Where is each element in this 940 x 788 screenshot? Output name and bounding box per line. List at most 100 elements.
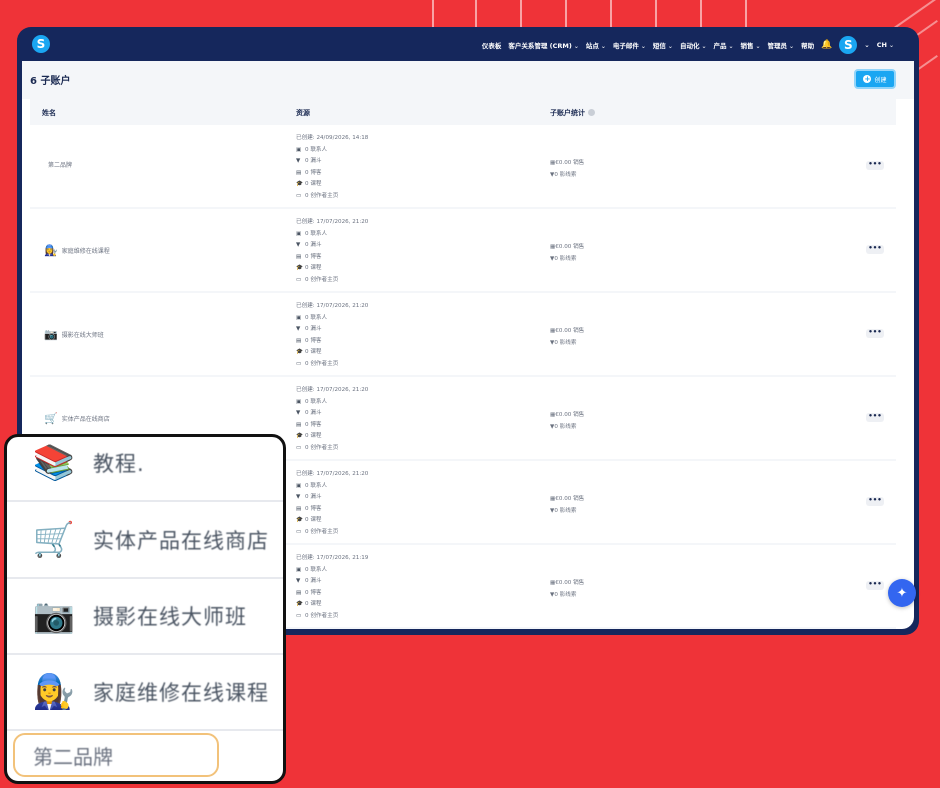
- systeme-logo[interactable]: S: [32, 35, 50, 53]
- nav-crm[interactable]: 客户关系管理 (CRM) ⌄: [508, 40, 578, 50]
- blog-icon: ▤: [296, 505, 302, 512]
- resources-cell: 已创建: 17/07/2026, 21:20 ▣ 0 联系人 ▼ 0 漏斗 ▤ 0 博客 🎓 0…: [296, 301, 368, 370]
- more-actions-button[interactable]: •••: [866, 497, 884, 506]
- blogs-count: ▤ 0 博客: [296, 252, 368, 264]
- nav-sites[interactable]: 站点 ⌄: [586, 40, 606, 50]
- subaccount-icon: 🛒: [44, 412, 58, 425]
- sales-amount: ▦€0.00 销售: [550, 580, 585, 586]
- funnels-count: ▼ 0 漏斗: [296, 576, 368, 588]
- table-row[interactable]: 👩‍🔧 家庭维修在线课程 已创建: 17/07/2026, 21:20 ▣ 0 联系人 ▼…: [30, 209, 896, 293]
- creator-page-icon: ▭: [296, 612, 302, 619]
- funnels-count: ▼ 0 漏斗: [296, 492, 368, 504]
- avatar-chevron-icon[interactable]: ⌄: [864, 41, 869, 49]
- graduation-cap-icon: 🎓: [296, 349, 303, 355]
- chevron-down-icon: ⌄: [728, 43, 734, 50]
- chevron-down-icon: ⌄: [888, 42, 894, 49]
- books-icon: 📚: [32, 442, 76, 483]
- header-name: 姓名: [42, 109, 56, 117]
- stats-cell: ▦€0.00 销售 ▼0 影线索: [550, 157, 584, 181]
- language-selector[interactable]: CH ⌄: [877, 41, 894, 49]
- created-date: 已创建: 17/07/2026, 21:20: [296, 219, 369, 225]
- contacts-count: ▣ 0 联系人: [296, 229, 368, 241]
- leads-count: ▼0 影线索: [550, 172, 577, 178]
- subaccount-name[interactable]: 👩‍🔧 家庭维修在线课程: [44, 244, 110, 257]
- creator-page-icon: ▭: [296, 360, 302, 367]
- more-actions-button[interactable]: •••: [866, 581, 884, 590]
- nav-sales[interactable]: 销售 ⌄: [741, 40, 761, 50]
- courses-count: 🎓 0 课程: [296, 179, 368, 191]
- leads-count: ▼0 影线索: [550, 424, 577, 430]
- contacts-count: ▣ 0 联系人: [296, 481, 368, 493]
- funnel-icon: ▼: [296, 326, 301, 332]
- zoom-item-tutorial[interactable]: 📚 教程.: [7, 437, 283, 502]
- create-subaccount-button[interactable]: + 创建: [854, 69, 896, 89]
- zoom-item-photography[interactable]: 📷 摄影在线大师班: [7, 578, 283, 655]
- leads-count: ▼0 影线索: [550, 592, 577, 598]
- nav-products[interactable]: 产品 ⌄: [713, 40, 733, 50]
- contacts-count: ▣ 0 联系人: [296, 145, 368, 157]
- sales-amount: ▦€0.00 销售: [550, 412, 585, 418]
- page-header: 6 子账户 + 创建: [22, 61, 914, 99]
- creator-page-icon: ▭: [296, 528, 302, 535]
- contacts-icon: ▣: [296, 398, 302, 405]
- blogs-count: ▤ 0 博客: [296, 336, 368, 348]
- blog-icon: ▤: [296, 421, 302, 428]
- graduation-cap-icon: 🎓: [296, 265, 303, 271]
- nav-admin[interactable]: 管理员 ⌄: [768, 40, 795, 50]
- contacts-icon: ▣: [296, 230, 302, 237]
- funnel-icon: ▼: [296, 578, 301, 584]
- more-actions-button[interactable]: •••: [866, 329, 884, 338]
- blog-icon: ▤: [296, 337, 302, 344]
- funnel-icon: ▼: [296, 242, 301, 248]
- main-nav: 仪表板 客户关系管理 (CRM) ⌄ 站点 ⌄ 电子邮件 ⌄ 短信 ⌄ 自动化 ⌄ 产品 ⌄…: [482, 30, 894, 60]
- bell-icon[interactable]: 🔔: [821, 40, 832, 50]
- funnel-icon: ▼: [296, 494, 301, 500]
- subaccount-icon: 👩‍🔧: [44, 244, 58, 257]
- blog-icon: ▤: [296, 589, 302, 596]
- chevron-down-icon: ⌄: [755, 43, 761, 50]
- contacts-icon: ▣: [296, 314, 302, 321]
- resources-cell: 已创建: 24/09/2026, 14:18 ▣ 0 联系人 ▼ 0 漏斗 ▤ 0 博客 🎓 0…: [296, 133, 368, 202]
- nav-sms[interactable]: 短信 ⌄: [653, 40, 673, 50]
- subaccount-name[interactable]: 🛒 实体产品在线商店: [44, 412, 110, 425]
- zoom-item-store[interactable]: 🛒 实体产品在线商店: [7, 502, 283, 579]
- contacts-count: ▣ 0 联系人: [296, 565, 368, 577]
- subaccount-name[interactable]: 📷 摄影在线大师班: [44, 328, 104, 341]
- resources-cell: 已创建: 17/07/2026, 21:19 ▣ 0 联系人 ▼ 0 漏斗 ▤ 0 博客 🎓 0…: [296, 553, 368, 622]
- contacts-icon: ▣: [296, 482, 302, 489]
- contacts-count: ▣ 0 联系人: [296, 397, 368, 409]
- nav-dashboard[interactable]: 仪表板: [482, 40, 502, 50]
- chevron-down-icon: ⌄: [789, 43, 795, 50]
- creator-page-icon: ▭: [296, 276, 302, 283]
- subaccount-name[interactable]: 第二品牌: [44, 160, 72, 169]
- created-date: 已创建: 17/07/2026, 21:20: [296, 471, 369, 477]
- zoom-item-second-brand-highlighted[interactable]: 第二品牌: [13, 733, 219, 777]
- table-header: 姓名 资源 子账户统计: [30, 99, 896, 125]
- nav-email[interactable]: 电子邮件 ⌄: [613, 40, 646, 50]
- more-actions-button[interactable]: •••: [866, 413, 884, 422]
- funnels-count: ▼ 0 漏斗: [296, 240, 368, 252]
- sales-amount: ▦€0.00 销售: [550, 244, 585, 250]
- stats-cell: ▦€0.00 销售 ▼0 影线索: [550, 493, 584, 517]
- nav-help[interactable]: 帮助: [801, 40, 814, 50]
- creator-page-icon: ▭: [296, 192, 302, 199]
- page-title: 6 子账户: [30, 76, 71, 87]
- contacts-icon: ▣: [296, 146, 302, 153]
- info-icon[interactable]: [588, 109, 595, 116]
- creators-count: ▭ 0 创作者主页: [296, 527, 368, 539]
- courses-count: 🎓 0 课程: [296, 263, 368, 275]
- nav-automation[interactable]: 自动化 ⌄: [680, 40, 707, 50]
- chevron-down-icon: ⌄: [573, 43, 579, 50]
- ai-assistant-button[interactable]: ✦: [888, 579, 916, 607]
- zoom-item-home-repair[interactable]: 👩‍🔧 家庭维修在线课程: [7, 654, 283, 731]
- leads-count: ▼0 影线索: [550, 508, 577, 514]
- more-actions-button[interactable]: •••: [866, 245, 884, 254]
- shopping-cart-icon: 🛒: [32, 519, 76, 560]
- plus-icon: +: [863, 75, 872, 83]
- table-row[interactable]: 第二品牌 已创建: 24/09/2026, 14:18 ▣ 0 联系人 ▼ 0 漏斗 ▤ 0 …: [30, 125, 896, 209]
- sparkle-icon: ✦: [896, 585, 908, 601]
- table-row[interactable]: 📷 摄影在线大师班 已创建: 17/07/2026, 21:20 ▣ 0 联系人 ▼ 0 漏…: [30, 293, 896, 377]
- user-avatar[interactable]: S: [839, 36, 858, 54]
- more-actions-button[interactable]: •••: [866, 161, 884, 170]
- created-date: 已创建: 24/09/2026, 14:18: [296, 135, 369, 141]
